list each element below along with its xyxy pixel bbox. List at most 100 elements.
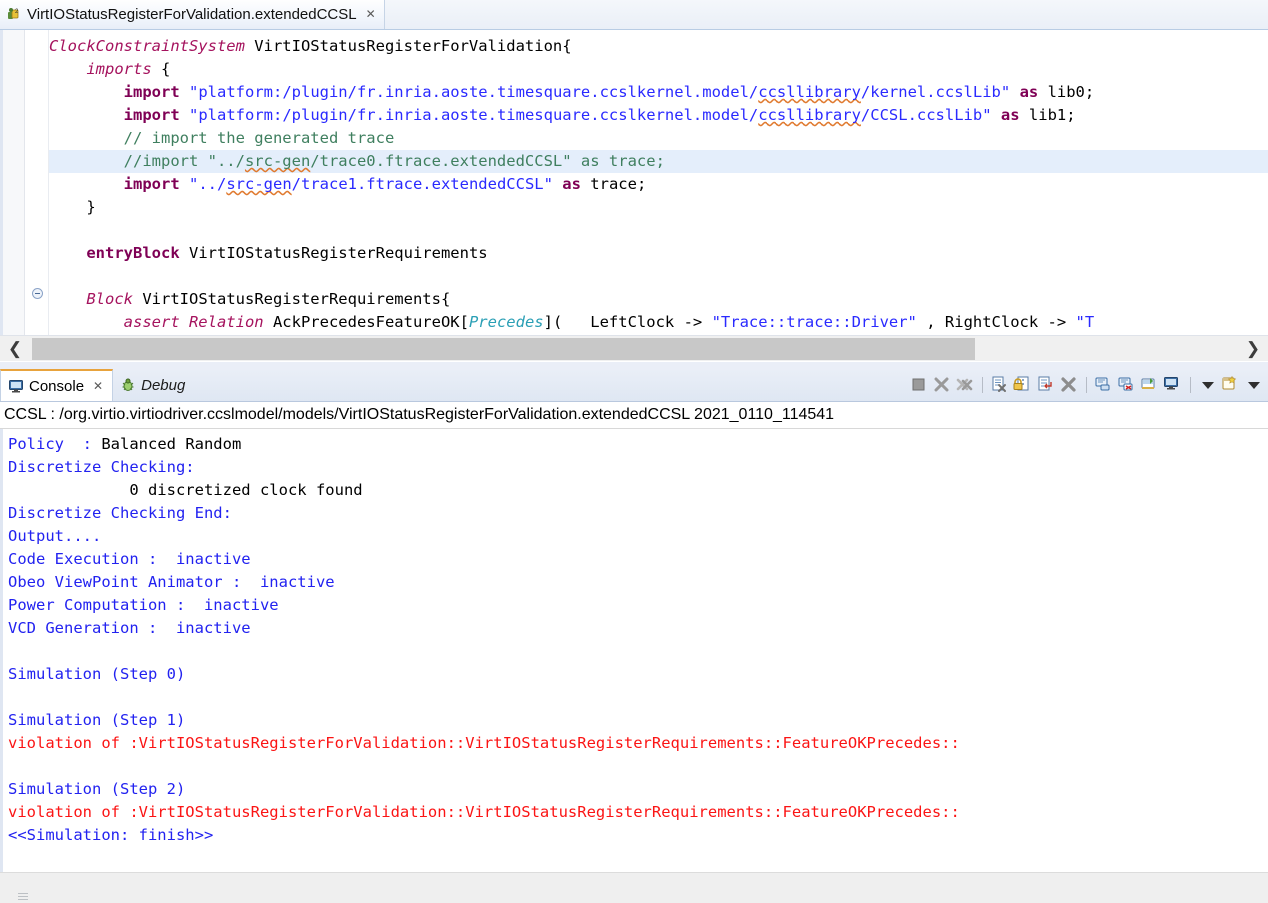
scroll-right-arrow-icon[interactable]: ❯: [1238, 339, 1268, 359]
terminate-button[interactable]: [909, 375, 929, 395]
code-token: import: [123, 106, 180, 124]
console-text: violation of :VirtIOStatusRegisterForVal…: [8, 734, 960, 752]
console-text: 0 discretized clock found: [8, 481, 363, 499]
console-icon: [8, 378, 24, 394]
console-text: Policy :: [8, 435, 102, 453]
scroll-left-arrow-icon[interactable]: ❮: [0, 339, 30, 359]
console-line: Discretize Checking:: [8, 456, 1268, 479]
code-token: AckPrecedesFeatureOK[: [263, 313, 469, 331]
new-console-view-button[interactable]: [1221, 375, 1241, 395]
clear-console-icon: [992, 376, 1006, 392]
console-text: Balanced Random: [101, 435, 242, 453]
chevron-down-icon[interactable]: [1202, 381, 1214, 389]
code-token: ccsllibrary: [758, 106, 861, 124]
console-line: Obeo ViewPoint Animator : inactive: [8, 571, 1268, 594]
code-token: as: [1019, 83, 1039, 101]
code-token: "../: [189, 175, 227, 193]
code-token: /trace0.ftrace.extendedCCSL" as trace;: [310, 152, 665, 170]
code-token: entryBlock: [86, 244, 180, 262]
code-token: }: [49, 198, 96, 216]
code-token: trace;: [580, 175, 647, 193]
console-text: VCD Generation : inactive: [8, 619, 251, 637]
console-text: Obeo ViewPoint Animator : inactive: [8, 573, 335, 591]
remove-all-x-icon: [956, 378, 973, 391]
code-line: Block VirtIOStatusRegisterRequirements{: [49, 288, 1268, 311]
scroll-lock-button[interactable]: [1013, 375, 1033, 395]
code-token: assert Relation: [123, 313, 264, 331]
code-line: //import "../src-gen/trace0.ftrace.exten…: [49, 150, 1268, 173]
editor-folding-ruler[interactable]: [25, 30, 49, 335]
clear-console-button[interactable]: [990, 375, 1010, 395]
ccsl-model-icon: 2: [6, 6, 22, 22]
editor-source-text[interactable]: ClockConstraintSystem VirtIOStatusRegist…: [49, 30, 1268, 335]
code-token: import: [123, 175, 180, 193]
editor-tab-bar: 2 VirtIOStatusRegisterForValidation.exte…: [0, 0, 1268, 30]
code-token: VirtIOStatusRegisterRequirements: [179, 244, 488, 262]
console-text: <<Simulation: finish>>: [8, 826, 214, 844]
close-console-button[interactable]: [1059, 375, 1079, 395]
chevron-down-icon[interactable]: [1248, 381, 1260, 389]
console-view-tab-bar: Console ✕ Debug: [0, 369, 1268, 402]
code-token: "T: [1075, 313, 1095, 331]
code-token: {: [151, 60, 171, 78]
open-console-button[interactable]: [1140, 375, 1160, 395]
toolbar-separator: [1086, 377, 1087, 393]
remove-all-terminated-button[interactable]: [955, 375, 975, 395]
word-wrap-icon: [1038, 376, 1052, 391]
code-token: lib0;: [1038, 83, 1095, 101]
code-token: src-gen: [226, 175, 292, 193]
pin-console-button[interactable]: [1094, 375, 1114, 395]
code-token: VirtIOStatusRegisterRequirements{: [133, 290, 451, 308]
remove-launch-button[interactable]: [932, 375, 952, 395]
fold-collapse-icon[interactable]: [32, 288, 43, 299]
new-console-icon: [1222, 375, 1237, 390]
code-token: lib1;: [1019, 106, 1076, 124]
editor-horizontal-scrollbar[interactable]: ❮ ❯: [0, 335, 1268, 361]
console-line: Discretize Checking End:: [8, 502, 1268, 525]
code-token: /CCSL.ccslLib": [860, 106, 992, 124]
tab-console[interactable]: Console ✕: [0, 369, 114, 401]
console-line: Simulation (Step 0): [8, 663, 1268, 686]
console-title-line: CCSL : /org.virtio.virtiodriver.ccslmode…: [0, 402, 1268, 429]
debug-bug-icon: [120, 377, 136, 393]
code-line: }: [49, 196, 1268, 219]
resize-grip-icon[interactable]: [18, 893, 28, 901]
code-line: ClockConstraintSystem VirtIOStatusRegist…: [49, 35, 1268, 58]
console-text: violation of :VirtIOStatusRegisterForVal…: [8, 803, 960, 821]
code-token: "Trace::trace::Driver": [711, 313, 917, 331]
code-token: Precedes: [468, 313, 544, 331]
code-token: "platform:/plugin/fr.inria.aoste.timesqu…: [189, 83, 759, 101]
console-line: VCD Generation : inactive: [8, 617, 1268, 640]
code-token: ]( LeftClock ->: [543, 313, 712, 331]
word-wrap-button[interactable]: [1036, 375, 1056, 395]
console-line: violation of :VirtIOStatusRegisterForVal…: [8, 732, 1268, 755]
code-token: imports: [86, 60, 152, 78]
console-line: 0 discretized clock found: [8, 479, 1268, 502]
code-token: as: [1000, 106, 1020, 124]
console-line: Code Execution : inactive: [8, 548, 1268, 571]
code-token: Block: [86, 290, 133, 308]
scroll-lock-icon: [1013, 376, 1029, 391]
console-output[interactable]: Policy : Balanced Random Discretize Check…: [0, 429, 1268, 872]
code-line: assert Relation AckPrecedesFeatureOK[Pre…: [49, 311, 1268, 334]
open-console-icon: [1141, 378, 1155, 389]
editor-tab-active[interactable]: 2 VirtIOStatusRegisterForValidation.exte…: [0, 0, 385, 29]
code-token: VirtIOStatusRegisterForValidation{: [244, 37, 572, 55]
code-editor[interactable]: ClockConstraintSystem VirtIOStatusRegist…: [0, 30, 1268, 335]
display-selected-console-button[interactable]: [1163, 375, 1183, 395]
code-line: import "platform:/plugin/fr.inria.aoste.…: [49, 81, 1268, 104]
close-icon[interactable]: ✕: [93, 379, 103, 393]
tab-debug[interactable]: Debug: [113, 369, 194, 401]
scrollbar-thumb[interactable]: [32, 338, 975, 360]
console-line: violation of :VirtIOStatusRegisterForVal…: [8, 801, 1268, 824]
close-icon[interactable]: ✕: [366, 7, 376, 21]
console-title-text: CCSL : /org.virtio.virtiodriver.ccslmode…: [4, 406, 835, 423]
close-x-icon: [1061, 377, 1076, 392]
show-console-on-output-button[interactable]: [1117, 375, 1137, 395]
